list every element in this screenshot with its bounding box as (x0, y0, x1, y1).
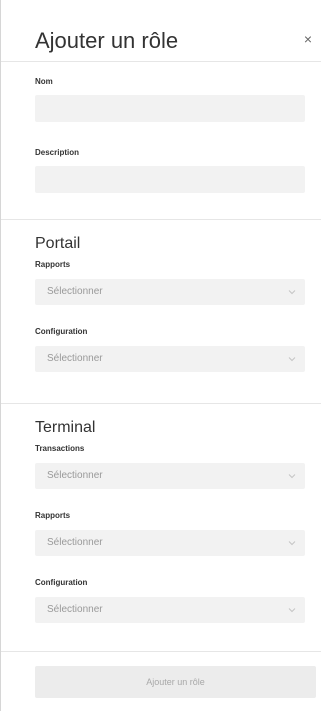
select-placeholder: Sélectionner (47, 353, 103, 364)
terminal-transactions-select[interactable]: Sélectionner (35, 463, 305, 489)
name-input[interactable] (35, 95, 305, 122)
terminal-rapports-select[interactable]: Sélectionner (35, 530, 305, 556)
chevron-down-icon (288, 608, 296, 613)
general-section: Nom Description (1, 62, 321, 220)
panel-header: Ajouter un rôle × (1, 0, 321, 62)
portail-rapports-select[interactable]: Sélectionner (35, 279, 305, 305)
portail-rapports-label: Rapports (35, 260, 71, 269)
terminal-configuration-select[interactable]: Sélectionner (35, 597, 305, 623)
chevron-down-icon (288, 474, 296, 479)
terminal-transactions-label: Transactions (35, 444, 85, 453)
chevron-down-icon (288, 357, 296, 362)
close-icon[interactable]: × (301, 32, 315, 46)
name-label: Nom (35, 77, 53, 86)
terminal-configuration-label: Configuration (35, 578, 88, 587)
portail-configuration-label: Configuration (35, 327, 88, 336)
description-label: Description (35, 148, 80, 157)
chevron-down-icon (288, 290, 296, 295)
portail-section: Portail Rapports Sélectionner Configurat… (1, 220, 321, 404)
panel-footer: Ajouter un rôle (1, 652, 321, 698)
chevron-down-icon (288, 541, 296, 546)
add-role-panel: Ajouter un rôle × Nom Description Portai… (0, 0, 321, 711)
terminal-section: Terminal Transactions Sélectionner Rappo… (1, 404, 321, 652)
terminal-rapports-label: Rapports (35, 511, 71, 520)
panel-title: Ajouter un rôle (35, 28, 179, 53)
portail-title: Portail (35, 235, 81, 252)
select-placeholder: Sélectionner (47, 604, 103, 615)
select-placeholder: Sélectionner (47, 537, 103, 548)
add-role-button[interactable]: Ajouter un rôle (35, 666, 316, 698)
select-placeholder: Sélectionner (47, 286, 103, 297)
select-placeholder: Sélectionner (47, 470, 103, 481)
terminal-title: Terminal (35, 419, 96, 436)
portail-configuration-select[interactable]: Sélectionner (35, 346, 305, 372)
description-input[interactable] (35, 166, 305, 193)
